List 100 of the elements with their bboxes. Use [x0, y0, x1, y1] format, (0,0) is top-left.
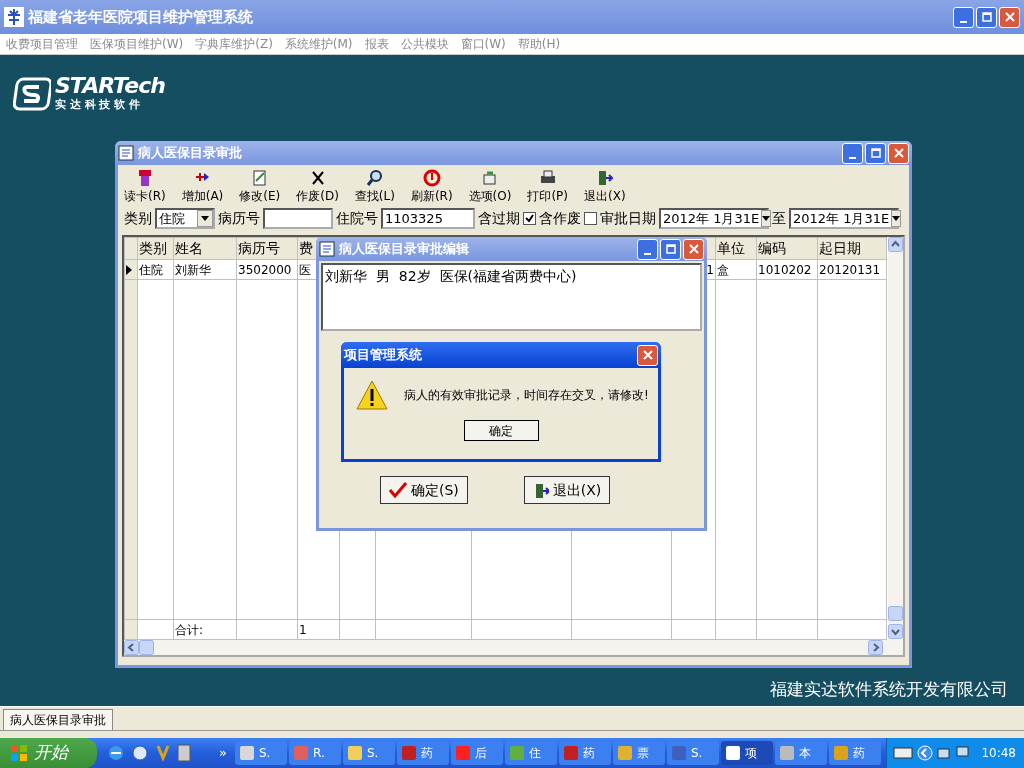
toolbar-button[interactable]: 刷新(R) [410, 169, 453, 205]
scroll-up-icon [888, 237, 903, 252]
row-pointer-icon [126, 265, 132, 275]
taskbar-button[interactable]: 项 [720, 741, 773, 765]
toolbar-button[interactable]: 打印(P) [527, 169, 569, 205]
column-header[interactable]: 单位 [715, 237, 757, 260]
minimize-icon [644, 252, 651, 255]
close-button[interactable] [637, 344, 658, 366]
field-label: 住院号 [336, 209, 378, 228]
scroll-thumb [888, 606, 903, 621]
close-button[interactable] [683, 238, 704, 260]
window-tab[interactable]: 病人医保目录审批 [3, 709, 113, 730]
dropdown[interactable]: 2012年 1月31E [789, 208, 899, 229]
taskbar-button[interactable]: S. [666, 741, 719, 765]
logo-subtitle: 实 达 科 技 软 件 [55, 97, 142, 113]
scroll-thumb [139, 640, 154, 655]
scroll-down-icon [888, 624, 903, 639]
toolbar-button[interactable]: 查找(L) [354, 169, 395, 205]
menu-item[interactable]: 帮助(H) [511, 35, 567, 53]
taskbar-button[interactable]: R. [288, 741, 341, 765]
message-text: 病人的有效审批记录，时间存在交叉，请修改! [404, 387, 649, 404]
toolbar-button[interactable]: 读卡(R) [124, 169, 166, 205]
toolbar-button[interactable]: 作废(D) [296, 169, 339, 205]
window-title: 福建省老年医院项目维护管理系统 [28, 6, 253, 28]
table-cell: 盒 [715, 259, 757, 280]
ok-button[interactable]: 确定 [463, 420, 539, 441]
confirm-button[interactable]: 确定(S) [380, 476, 468, 504]
chevron-icon [917, 745, 934, 761]
input-field[interactable] [263, 208, 333, 229]
toolbar-button[interactable]: 退出(X) [584, 169, 626, 205]
taskbar-button[interactable]: 药 [828, 741, 881, 765]
app-icon [832, 745, 849, 761]
clock: 10:48 [981, 745, 1016, 762]
exit-button[interactable]: 退出(X) [523, 476, 611, 504]
company-name: 福建实达软件系统开发有限公司 [770, 677, 1008, 701]
more-button[interactable]: » [219, 743, 227, 763]
close-icon [1004, 12, 1015, 22]
menu-item[interactable]: 报表 [358, 35, 395, 53]
menu-item[interactable]: 字典库维护(Z) [189, 35, 279, 53]
column-header[interactable]: 病历号 [236, 237, 298, 260]
checkbox-label: 含过期 [478, 209, 520, 228]
checkbox[interactable] [523, 212, 536, 225]
keyboard-icon [893, 746, 914, 760]
input-field[interactable]: 1103325 [381, 208, 475, 229]
minimize-button[interactable] [842, 142, 863, 164]
dropdown[interactable]: 2012年 1月31E [659, 208, 769, 229]
minimize-icon [960, 20, 967, 23]
app-icon [346, 745, 363, 761]
minimize-button[interactable] [953, 6, 974, 28]
field-label: 病历号 [218, 209, 260, 228]
checkbox[interactable] [584, 212, 597, 225]
column-header[interactable]: 类别 [137, 237, 174, 260]
taskbar-button[interactable]: 票 [612, 741, 665, 765]
dropdown[interactable]: 住院 [155, 208, 215, 229]
app-icon [724, 745, 741, 761]
taskbar-button[interactable]: 本 [774, 741, 827, 765]
dropdown-arrow-icon [762, 216, 771, 221]
close-button[interactable] [888, 142, 909, 164]
app-icon [4, 7, 24, 27]
column-header[interactable]: 姓名 [173, 237, 237, 260]
taskbar-button[interactable]: 后 [450, 741, 503, 765]
patient-info: 刘新华 男 82岁 医保(福建省两费中心) [321, 263, 702, 331]
column-header[interactable]: 起日期 [817, 237, 887, 260]
logo-icon [13, 77, 51, 112]
minimize-icon [849, 156, 856, 159]
maximize-button[interactable] [865, 142, 886, 164]
menu-item[interactable]: 窗口(W) [454, 35, 512, 53]
menu-item[interactable]: 医保项目维护(W) [84, 35, 190, 53]
column-header[interactable]: 编码 [756, 237, 818, 260]
maximize-button[interactable] [660, 238, 681, 260]
start-button[interactable]: 开始 [0, 738, 97, 768]
window-icon [319, 241, 335, 257]
field-label: 至 [772, 209, 786, 228]
app-icon [670, 745, 687, 761]
scroll-left-icon [124, 640, 139, 655]
dropdown-arrow-icon [201, 216, 209, 221]
close-button[interactable] [999, 6, 1020, 28]
toolbar-button[interactable]: 增加(A) [181, 169, 224, 205]
minimize-button[interactable] [637, 238, 658, 260]
menu-item[interactable]: 收费项目管理 [0, 35, 84, 53]
app-icon [616, 745, 633, 761]
taskbar-button[interactable]: 住 [504, 741, 557, 765]
taskbar-button[interactable]: 药 [558, 741, 611, 765]
taskbar-button[interactable]: S. [342, 741, 395, 765]
app-icon [238, 745, 255, 761]
dropdown-arrow-icon [892, 216, 901, 221]
maximize-button[interactable] [976, 6, 997, 28]
table-cell: 合计: [173, 619, 237, 640]
taskbar-button[interactable]: 药 [396, 741, 449, 765]
windows-logo-icon [10, 744, 28, 762]
toolbar-button[interactable]: 选项(O) [468, 169, 512, 205]
menu-item[interactable]: 公共模块 [394, 35, 455, 53]
window-icon [118, 145, 134, 161]
toolbar-button[interactable]: 修改(E) [239, 169, 281, 205]
menu-item[interactable]: 系统维护(M) [278, 35, 359, 53]
close-icon [893, 148, 904, 158]
taskbar-button[interactable]: S. [234, 741, 287, 765]
close-icon [642, 350, 653, 360]
maximize-icon [665, 244, 676, 254]
app-icon [454, 745, 471, 761]
